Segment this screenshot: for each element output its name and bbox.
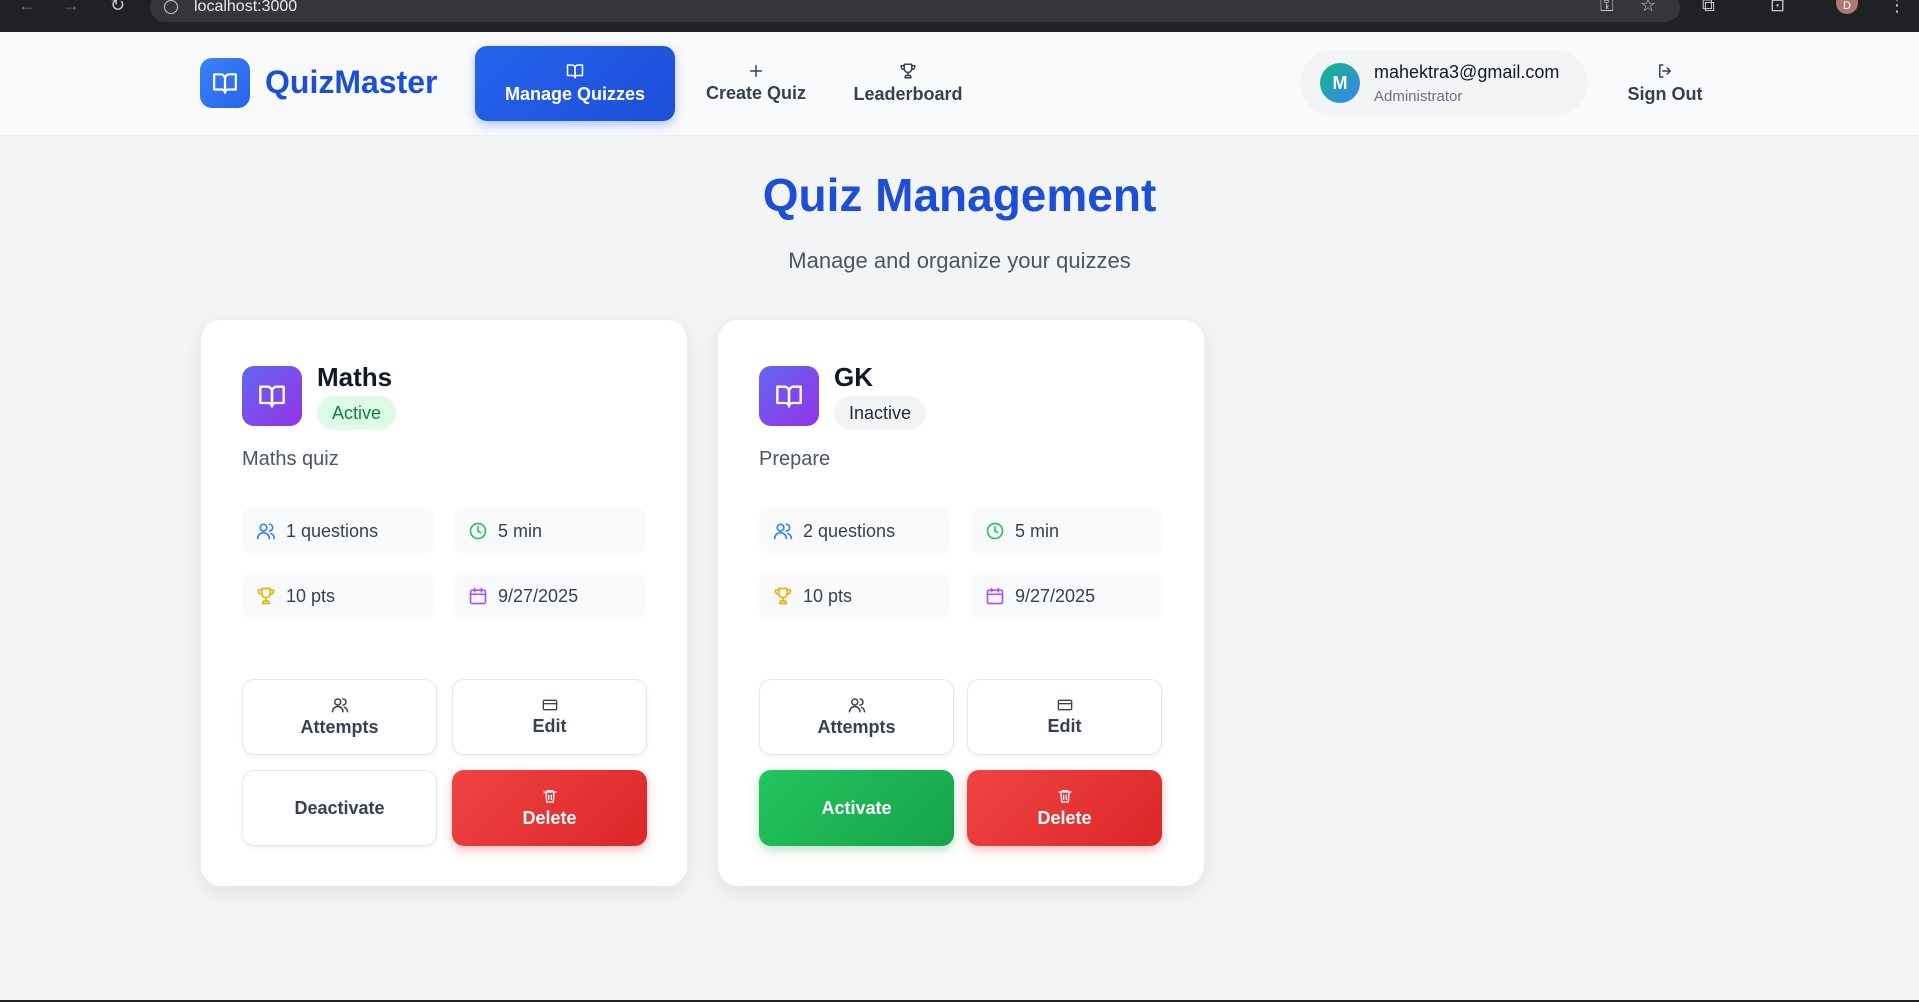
users-icon — [773, 523, 793, 540]
date-stat: 9/27/2025 — [971, 573, 1163, 619]
points-value: 10 pts — [286, 585, 336, 606]
clock-icon — [986, 522, 1004, 540]
quiz-title: GK — [834, 362, 873, 392]
forward-arrow-icon[interactable]: → — [62, 0, 80, 14]
attempts-button[interactable]: Attempts — [242, 679, 437, 755]
url-text: localhost:3000 — [194, 0, 298, 15]
bookmark-star-icon[interactable]: ☆ — [1640, 0, 1656, 14]
nav-manage-quizzes[interactable]: Manage Quizzes — [475, 46, 675, 121]
page-subtitle: Manage and organize your quizzes — [788, 248, 1131, 273]
trophy-icon — [257, 587, 275, 605]
sign-out-button[interactable]: Sign Out — [1620, 46, 1710, 121]
app-logo-name: QuizMaster — [265, 64, 438, 100]
points-stat: 10 pts — [759, 573, 951, 619]
activate-button[interactable]: Activate — [759, 770, 954, 846]
sign-out-label: Sign Out — [1627, 84, 1703, 104]
edit-card-icon — [1057, 699, 1072, 711]
user-profile: M mahektra3@gmail.com Administrator — [1300, 50, 1588, 116]
delete-label: Delete — [522, 808, 577, 828]
screenshot-icon[interactable]: ⊡ — [1770, 0, 1785, 14]
nav-leaderboard[interactable]: Leaderboard — [848, 46, 968, 121]
edit-button[interactable]: Edit — [967, 679, 1162, 755]
quiz-description: Maths quiz — [242, 448, 339, 470]
questions-stat: 1 questions — [242, 508, 434, 554]
quiz-title: Maths — [317, 362, 393, 392]
quiz-card: Maths Active Maths quiz 1 questions 5 mi… — [201, 320, 687, 886]
activate-label: Activate — [821, 797, 892, 818]
questions-count: 1 questions — [286, 520, 379, 541]
edit-label: Edit — [1047, 716, 1082, 736]
date-value: 9/27/2025 — [498, 585, 579, 606]
calendar-icon — [469, 587, 487, 605]
back-arrow-icon[interactable]: ← — [18, 0, 36, 14]
trash-icon — [1057, 790, 1072, 803]
logo-book-icon — [200, 58, 250, 108]
status-badge: Inactive — [834, 396, 927, 430]
address-bar[interactable]: localhost:3000 — [150, 0, 1680, 22]
delete-label: Delete — [1037, 808, 1092, 828]
trophy-icon — [774, 587, 792, 605]
duration-value: 5 min — [498, 520, 543, 541]
edit-card-icon — [542, 699, 557, 711]
trophy-icon — [900, 63, 916, 79]
duration-stat: 5 min — [454, 508, 646, 554]
extensions-icon[interactable]: ⧉ — [1702, 0, 1715, 14]
browser-profile-avatar[interactable]: D — [1836, 0, 1858, 14]
quiz-book-icon — [242, 366, 302, 426]
delete-button[interactable]: Delete — [452, 770, 647, 846]
password-key-icon[interactable]: ⚿ — [1600, 0, 1614, 14]
nav-create-quiz-label: Create Quiz — [705, 83, 807, 103]
user-email: mahektra3@gmail.com — [1374, 62, 1560, 82]
attempts-label: Attempts — [817, 717, 896, 737]
quiz-description: Prepare — [759, 448, 831, 470]
deactivate-label: Deactivate — [294, 797, 385, 818]
users-icon — [256, 523, 276, 540]
deactivate-button[interactable]: Deactivate — [242, 770, 437, 846]
status-badge: Active — [317, 396, 397, 430]
duration-stat: 5 min — [971, 508, 1163, 554]
reload-icon[interactable]: ↻ — [110, 0, 125, 14]
trash-icon — [542, 790, 557, 803]
date-value: 9/27/2025 — [1015, 585, 1096, 606]
attempts-button[interactable]: Attempts — [759, 679, 954, 755]
edit-button[interactable]: Edit — [452, 679, 647, 755]
clock-icon — [469, 522, 487, 540]
browser-menu-icon[interactable]: ⋮ — [1888, 0, 1906, 14]
browser-toolbar: ← → ↻ localhost:3000 ⚿ ☆ ⧉ ⊡ D ⋮ — [0, 0, 1919, 32]
nav-manage-quizzes-label: Manage Quizzes — [504, 84, 646, 104]
plus-icon — [749, 64, 763, 78]
user-role: Administrator — [1374, 88, 1463, 105]
delete-button[interactable]: Delete — [967, 770, 1162, 846]
book-icon — [566, 64, 584, 79]
avatar: M — [1320, 63, 1360, 103]
questions-count: 2 questions — [803, 520, 896, 541]
calendar-icon — [986, 587, 1004, 605]
quiz-book-icon — [759, 366, 819, 426]
attempts-label: Attempts — [300, 717, 379, 737]
points-value: 10 pts — [803, 585, 853, 606]
users-icon — [331, 698, 348, 713]
edit-label: Edit — [532, 716, 567, 736]
duration-value: 5 min — [1015, 520, 1060, 541]
points-stat: 10 pts — [242, 573, 434, 619]
sign-out-icon — [1659, 64, 1671, 78]
page-title: Quiz Management — [762, 169, 1157, 221]
nav-create-quiz[interactable]: Create Quiz — [700, 46, 812, 121]
quiz-card: GK Inactive Prepare 2 questions 5 min 10… — [718, 320, 1204, 886]
users-icon — [848, 698, 865, 713]
site-info-icon[interactable] — [164, 0, 178, 14]
app-header: QuizMaster Manage Quizzes Create Quiz Le… — [0, 32, 1919, 136]
date-stat: 9/27/2025 — [454, 573, 646, 619]
questions-stat: 2 questions — [759, 508, 951, 554]
nav-leaderboard-label: Leaderboard — [853, 84, 963, 104]
